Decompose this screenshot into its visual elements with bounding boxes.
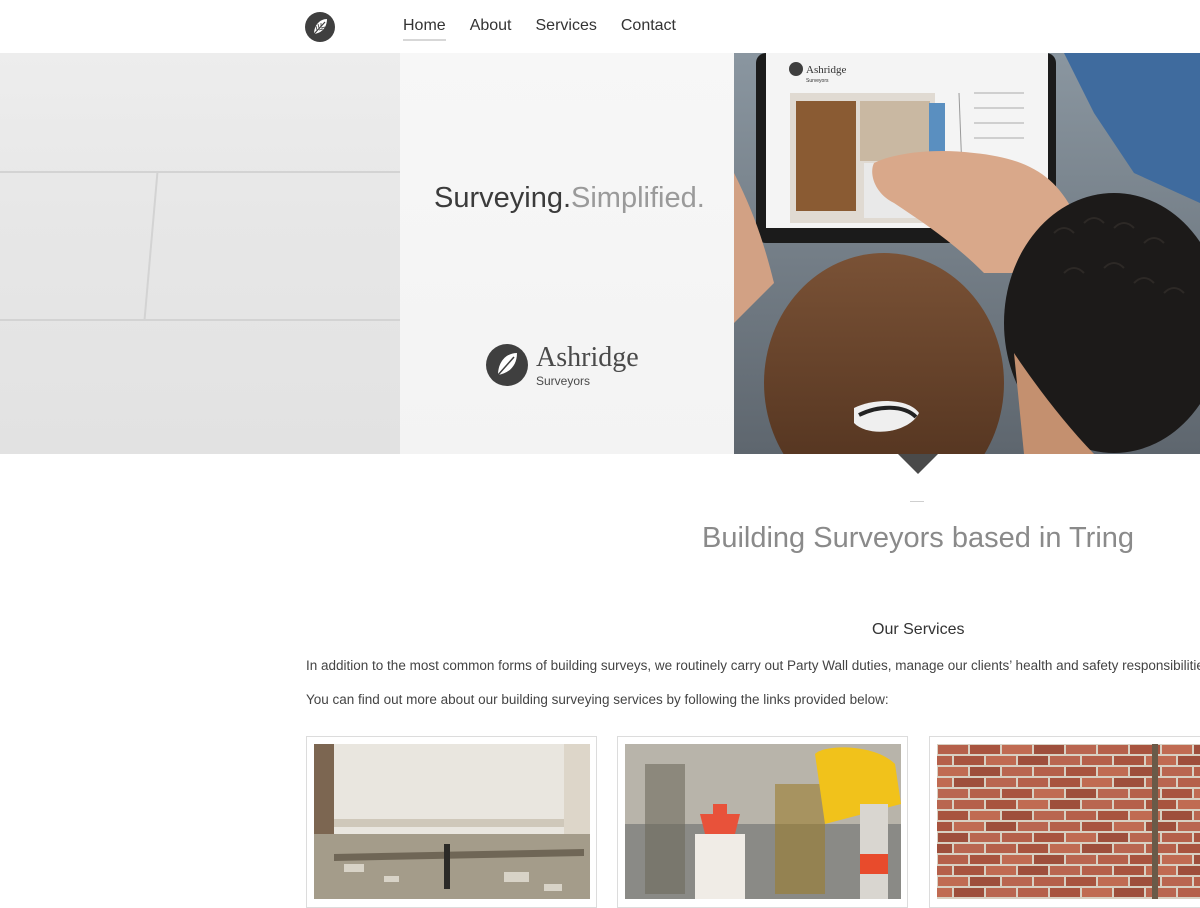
nav-services[interactable]: Services	[536, 17, 597, 41]
nav-home[interactable]: Home	[403, 17, 446, 41]
nav-about[interactable]: About	[470, 17, 512, 41]
card-image-safety-cone	[625, 744, 901, 899]
tagline-primary: Surveying.	[434, 182, 572, 214]
hero-floor-image	[0, 53, 400, 454]
section-title: Building Surveyors based in Tring	[702, 522, 1135, 554]
card-image-brick-wall	[937, 744, 1200, 899]
brand-lockup: Ashridge Surveyors	[486, 342, 656, 392]
leaf-icon[interactable]	[305, 12, 335, 42]
title-divider	[910, 501, 924, 502]
tablet-brand-sub: Surveyors	[806, 78, 829, 84]
hero-photo-tablet: Ashridge Surveyors	[734, 53, 1200, 454]
hero-text-panel	[400, 53, 734, 454]
hero-banner: Ashridge Surveyors	[0, 53, 1200, 454]
services-links-paragraph: You can find out more about our building…	[306, 692, 889, 707]
service-card-health-safety[interactable]	[617, 736, 908, 908]
hero-photo-illustration: Ashridge Surveyors	[734, 53, 1200, 454]
floor-plank-line	[0, 319, 400, 321]
brand-sub: Surveyors	[536, 374, 591, 388]
service-card-party-wall[interactable]	[929, 736, 1200, 908]
card-image-room-floor	[314, 744, 590, 899]
brand-name: Ashridge	[536, 342, 639, 373]
floor-plank-line	[0, 171, 400, 173]
tablet-brand-label: Ashridge	[806, 64, 846, 76]
floor-plank-joint	[143, 173, 159, 319]
nav-contact[interactable]: Contact	[621, 17, 676, 41]
section-pointer-icon	[898, 454, 938, 474]
services-intro-paragraph: In addition to the most common forms of …	[306, 658, 1200, 673]
leaf-icon	[486, 344, 528, 386]
site-header: Home About Services Contact	[0, 0, 1200, 53]
services-heading: Our Services	[872, 621, 965, 638]
main-nav: Home About Services Contact	[403, 17, 676, 41]
hero-tagline: Surveying.Simplified.	[434, 182, 705, 215]
tagline-secondary: Simplified.	[571, 182, 705, 214]
service-card-building-survey[interactable]	[306, 736, 597, 908]
